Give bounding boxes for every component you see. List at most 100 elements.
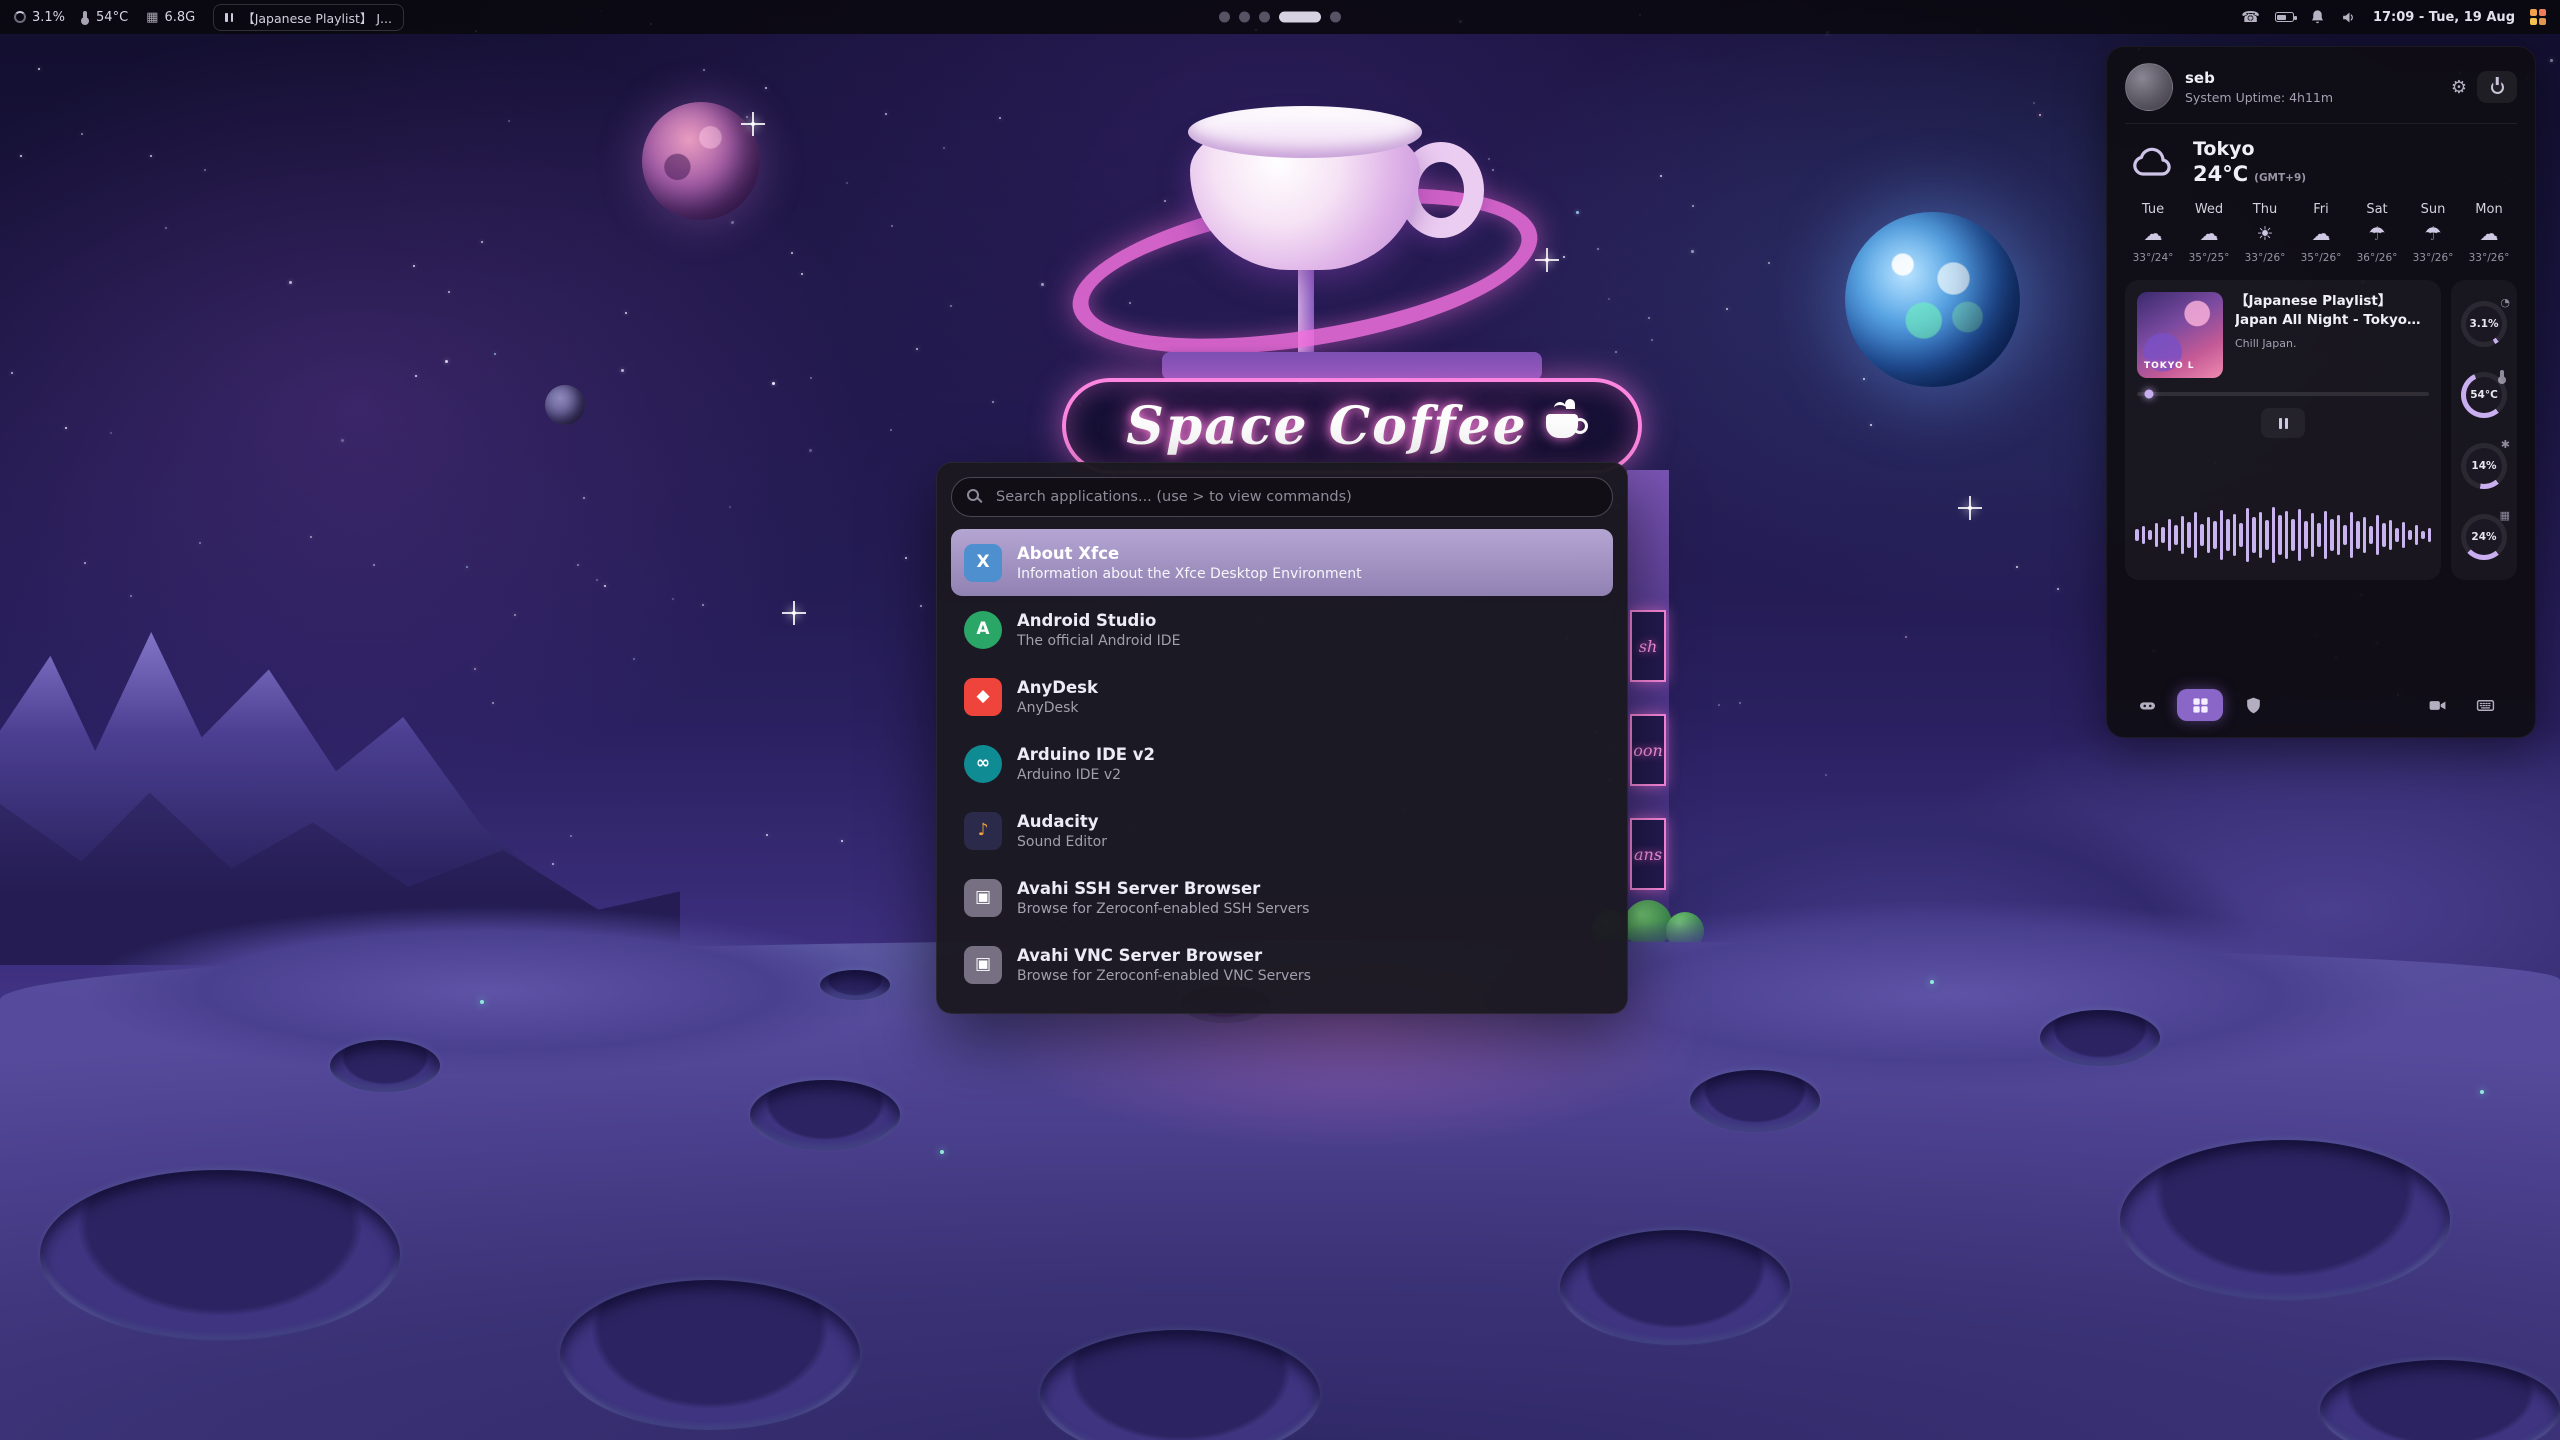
desktop: Space Coffee sh oon ans bbox=[0, 0, 2560, 1440]
gamepad-button[interactable] bbox=[2129, 689, 2165, 721]
forecast-day: Sat ☂ 36°/26° bbox=[2349, 202, 2405, 264]
pause-button[interactable] bbox=[2261, 408, 2305, 438]
waveform-bar bbox=[2428, 528, 2432, 542]
weather-temperature: 24°C bbox=[2193, 162, 2248, 186]
forecast-temps: 33°/26° bbox=[2413, 252, 2454, 264]
star bbox=[809, 449, 812, 452]
workspace-dot[interactable] bbox=[1279, 12, 1321, 23]
app-launcher: X About Xfce Information about the Xfce … bbox=[936, 462, 1628, 1014]
settings-button[interactable]: ⚙ bbox=[2451, 78, 2467, 97]
star bbox=[672, 598, 674, 600]
star bbox=[481, 241, 483, 243]
memory-value: 6.8G bbox=[164, 10, 195, 25]
avatar[interactable] bbox=[2125, 63, 2173, 111]
crater bbox=[2120, 1140, 2450, 1300]
forecast-day: Tue ☁ 33°/24° bbox=[2125, 202, 2181, 264]
battery-icon[interactable] bbox=[2275, 12, 2294, 22]
small-moon bbox=[545, 385, 585, 425]
star bbox=[841, 840, 843, 842]
now-playing-widget[interactable]: 【Japanese Playlist】 J... bbox=[213, 4, 404, 31]
app-icon: X bbox=[964, 544, 1002, 582]
app-grid-icon[interactable] bbox=[2530, 9, 2546, 25]
cpu-value: 3.1% bbox=[32, 10, 65, 25]
fan-icon: ✱ bbox=[2501, 439, 2510, 450]
progress-bar[interactable] bbox=[2137, 392, 2429, 396]
workspace-dot[interactable] bbox=[1239, 12, 1250, 23]
search-input[interactable] bbox=[951, 477, 1613, 517]
app-icon: ▣ bbox=[964, 946, 1002, 984]
app-row[interactable]: X About Xfce Information about the Xfce … bbox=[951, 529, 1613, 596]
crater bbox=[1560, 1230, 1790, 1345]
temperature-indicator[interactable]: 54°C bbox=[83, 10, 128, 25]
screen-record-button[interactable] bbox=[2419, 689, 2455, 721]
track-title: 【Japanese Playlist】 Japan All Night - To… bbox=[2235, 292, 2429, 330]
app-row[interactable]: A Android Studio The official Android ID… bbox=[951, 596, 1613, 663]
waveform-bar bbox=[2408, 530, 2412, 540]
apps-button[interactable] bbox=[2177, 689, 2223, 721]
forecast-day-label: Thu bbox=[2253, 202, 2277, 217]
search-icon bbox=[967, 489, 979, 501]
weather-icon: ☁ bbox=[2200, 225, 2219, 244]
star bbox=[1905, 636, 1907, 638]
power-button[interactable] bbox=[2477, 71, 2517, 103]
phone-icon[interactable]: ☎ bbox=[2241, 8, 2260, 26]
shield-button[interactable] bbox=[2235, 689, 2271, 721]
forecast-day: Sun ☂ 33°/26° bbox=[2405, 202, 2461, 264]
now-playing-text: 【Japanese Playlist】 J... bbox=[242, 8, 392, 27]
waveform-bar bbox=[2168, 519, 2172, 551]
app-row[interactable]: ◆ AnyDesk AnyDesk bbox=[951, 663, 1613, 730]
app-row[interactable]: ♪ Audacity Sound Editor bbox=[951, 797, 1613, 864]
app-row[interactable]: ∞ Arduino IDE v2 Arduino IDE v2 bbox=[951, 730, 1613, 797]
star bbox=[2550, 59, 2553, 62]
star bbox=[772, 382, 775, 385]
star bbox=[633, 658, 635, 660]
star bbox=[81, 133, 83, 135]
forecast-temps: 35°/26° bbox=[2301, 252, 2342, 264]
star bbox=[1608, 298, 1610, 300]
star bbox=[729, 506, 731, 508]
app-description: The official Android IDE bbox=[1017, 633, 1180, 649]
app-row[interactable]: ▣ Avahi SSH Server Browser Browse for Ze… bbox=[951, 864, 1613, 931]
cpu-indicator[interactable]: 3.1% bbox=[14, 10, 65, 25]
star bbox=[943, 147, 945, 149]
star bbox=[703, 69, 705, 71]
star bbox=[1662, 567, 1664, 569]
workspace-dot[interactable] bbox=[1219, 12, 1230, 23]
keyboard-button[interactable] bbox=[2467, 689, 2503, 721]
star bbox=[846, 182, 848, 184]
star bbox=[494, 353, 496, 355]
waveform-bar bbox=[2415, 525, 2419, 545]
bell-icon[interactable] bbox=[2309, 9, 2326, 26]
star bbox=[341, 439, 344, 442]
volume-icon[interactable] bbox=[2341, 9, 2358, 26]
waveform-bar bbox=[2363, 517, 2367, 553]
progress-handle[interactable] bbox=[2144, 390, 2153, 399]
weather-icon: ☁ bbox=[2480, 225, 2499, 244]
memory-indicator[interactable]: ▦ 6.8G bbox=[146, 10, 195, 25]
star bbox=[1692, 205, 1694, 207]
star-glint bbox=[1968, 506, 1972, 510]
star bbox=[474, 668, 476, 670]
app-row[interactable]: ▣ Avahi VNC Server Browser Browse for Ze… bbox=[951, 931, 1613, 998]
power-icon bbox=[2491, 81, 2504, 94]
star bbox=[1492, 169, 1494, 171]
album-art[interactable]: TOKYO L bbox=[2137, 292, 2223, 378]
workspace-dot[interactable] bbox=[1259, 12, 1270, 23]
star bbox=[583, 497, 585, 499]
forecast-temps: 36°/26° bbox=[2357, 252, 2398, 264]
star bbox=[999, 117, 1001, 119]
app-name: Arduino IDE v2 bbox=[1017, 745, 1155, 764]
star bbox=[514, 614, 516, 616]
star bbox=[596, 579, 598, 581]
star bbox=[577, 564, 579, 566]
star bbox=[920, 605, 922, 607]
waveform-bar bbox=[2402, 522, 2406, 548]
workspace-dot[interactable] bbox=[1330, 12, 1341, 23]
app-description: Sound Editor bbox=[1017, 834, 1107, 850]
clock[interactable]: 17:09 - Tue, 19 Aug bbox=[2373, 10, 2515, 25]
star bbox=[165, 227, 167, 229]
crater bbox=[750, 1080, 900, 1150]
temperature-value: 54°C bbox=[96, 10, 128, 25]
weather-icon: ☁ bbox=[2144, 225, 2163, 244]
star bbox=[110, 432, 112, 434]
